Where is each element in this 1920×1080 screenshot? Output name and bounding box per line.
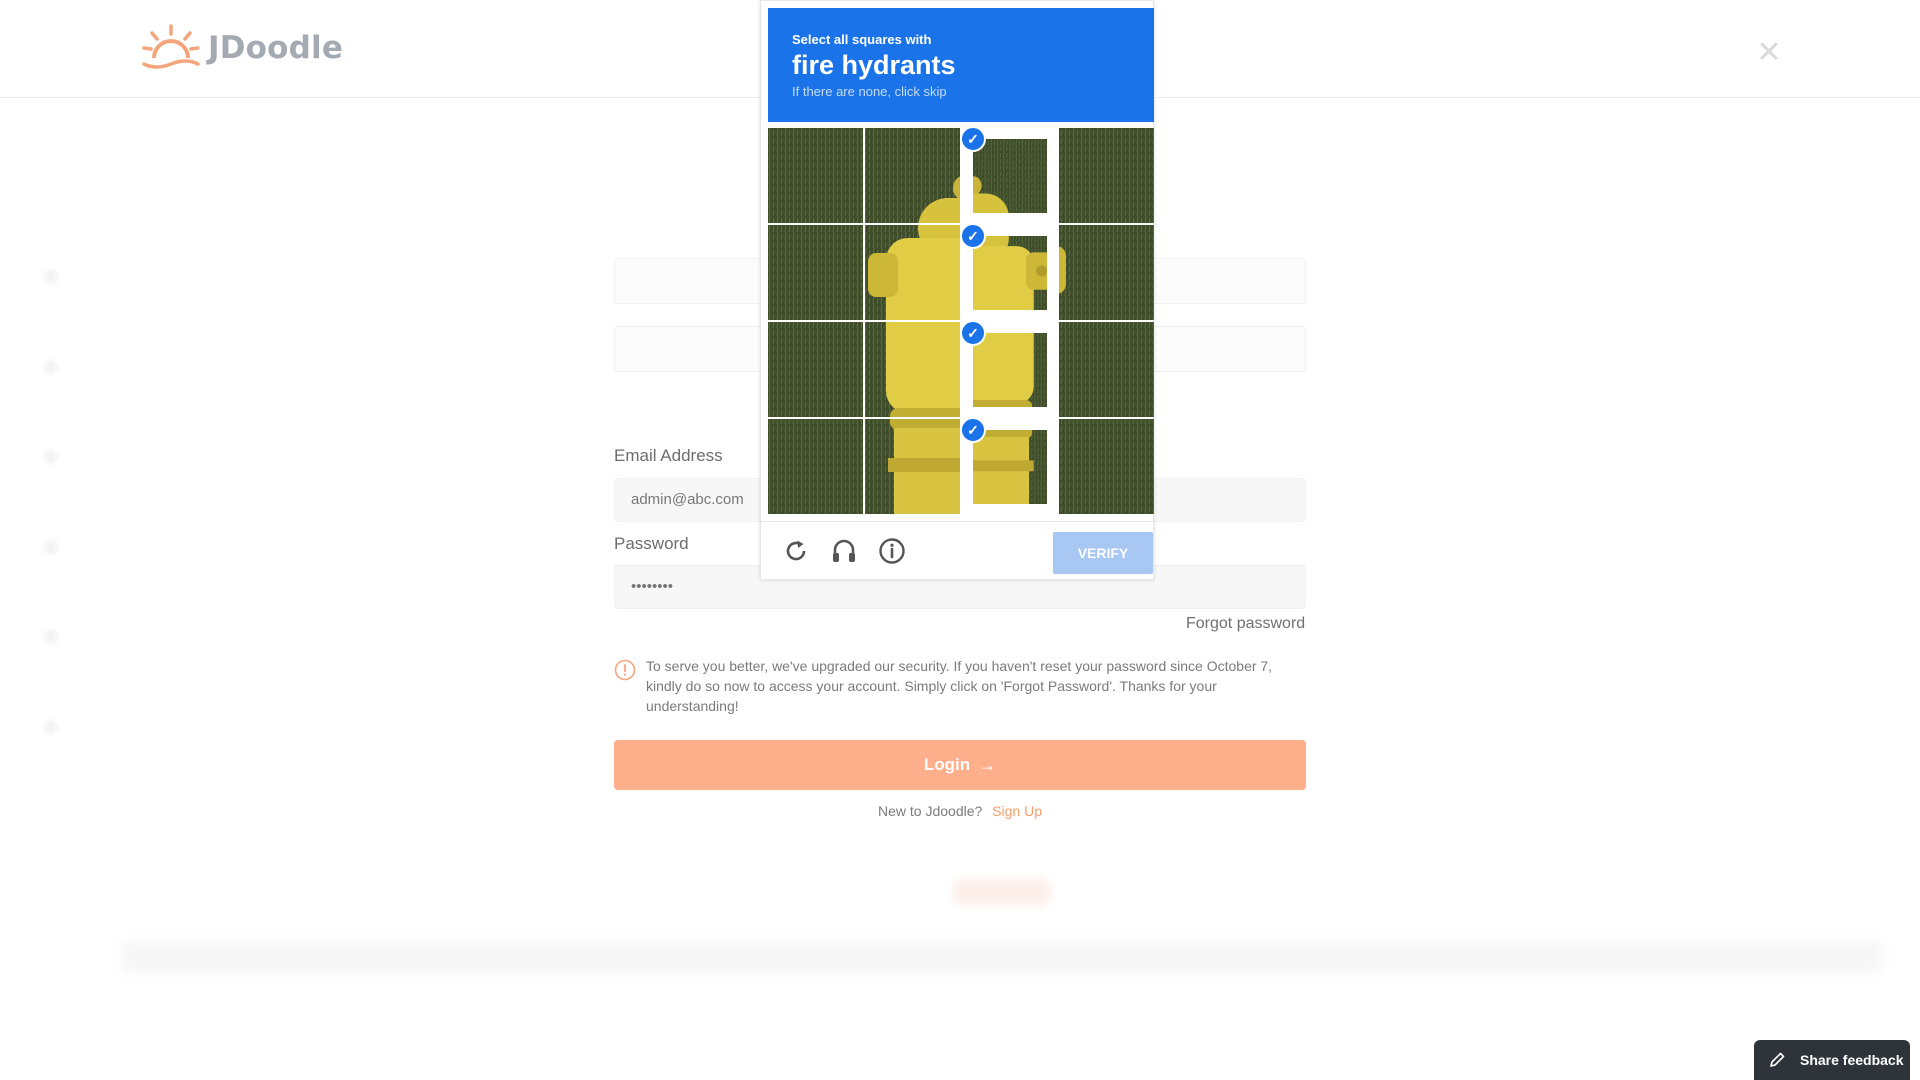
captcha-tile[interactable] bbox=[768, 322, 863, 417]
close-icon[interactable]: ✕ bbox=[1752, 36, 1786, 70]
captcha-tile-selected[interactable]: ✓ bbox=[962, 225, 1057, 320]
brand-name: JDoodle bbox=[208, 30, 344, 66]
audio-icon[interactable] bbox=[829, 536, 859, 566]
pencil-icon bbox=[1770, 1052, 1785, 1067]
captcha-target: fire hydrants bbox=[792, 50, 956, 80]
captcha-grid: ✓ ✓ ✓ ✓ bbox=[768, 128, 1154, 514]
captcha-footer: VERIFY bbox=[761, 521, 1155, 581]
verify-button[interactable]: VERIFY bbox=[1053, 532, 1153, 574]
background-dot bbox=[44, 450, 58, 464]
background-dot bbox=[44, 270, 58, 284]
page: JDoodle ✕ Email Address admin@abc.com Pa… bbox=[0, 0, 1920, 1080]
captcha-tile-image bbox=[962, 419, 1057, 505]
password-label: Password bbox=[614, 534, 689, 553]
captcha-tile[interactable] bbox=[865, 322, 960, 417]
captcha-tile[interactable] bbox=[865, 128, 960, 223]
background-dot bbox=[44, 540, 58, 554]
background-pill bbox=[952, 878, 1052, 906]
sun-logo-icon bbox=[142, 24, 200, 69]
arrow-right-icon: → bbox=[978, 754, 997, 775]
captcha-tile-selected[interactable]: ✓ bbox=[962, 322, 1057, 417]
captcha-tile-image bbox=[962, 225, 1057, 320]
background-dot bbox=[44, 630, 58, 644]
login-button[interactable]: Login → bbox=[614, 740, 1306, 790]
background-bar bbox=[122, 942, 1882, 972]
captcha-tile[interactable] bbox=[1059, 322, 1154, 417]
captcha-instruction: Select all squares with bbox=[792, 32, 932, 47]
signup-prompt: New to Jdoodle? bbox=[878, 803, 983, 819]
captcha-tile[interactable] bbox=[1059, 419, 1154, 514]
captcha-tile-image bbox=[962, 322, 1057, 417]
share-feedback-button[interactable]: Share feedback bbox=[1754, 1040, 1910, 1080]
captcha-tile-selected[interactable]: ✓ bbox=[962, 128, 1057, 223]
logo[interactable]: JDoodle bbox=[142, 24, 343, 72]
captcha-tile[interactable] bbox=[865, 419, 960, 514]
forgot-password-link[interactable]: Forgot password bbox=[1186, 615, 1305, 633]
captcha-tile[interactable] bbox=[1059, 225, 1154, 320]
captcha-tile[interactable] bbox=[768, 128, 863, 223]
security-notice: To serve you better, we've upgraded our … bbox=[614, 656, 1314, 716]
background-dot bbox=[44, 360, 58, 374]
signup-row: New to Jdoodle? Sign Up bbox=[614, 803, 1306, 819]
info-icon[interactable] bbox=[877, 536, 907, 566]
captcha-tile[interactable] bbox=[768, 419, 863, 514]
background-dot bbox=[44, 720, 58, 734]
captcha-tile-image bbox=[962, 139, 1057, 223]
captcha-tile[interactable] bbox=[1059, 128, 1154, 223]
email-label: Email Address bbox=[614, 446, 723, 465]
captcha-hint: If there are none, click skip bbox=[792, 84, 947, 99]
captcha-tile[interactable] bbox=[865, 225, 960, 320]
signup-link[interactable]: Sign Up bbox=[992, 803, 1042, 819]
captcha-tile-selected[interactable]: ✓ bbox=[962, 419, 1057, 514]
captcha-challenge: Select all squares with fire hydrants If… bbox=[760, 0, 1155, 581]
captcha-header: Select all squares with fire hydrants If… bbox=[768, 8, 1154, 122]
alert-icon bbox=[614, 659, 636, 681]
captcha-tile[interactable] bbox=[768, 225, 863, 320]
login-label: Login bbox=[923, 755, 971, 774]
notice-text: To serve you better, we've upgraded our … bbox=[646, 658, 1273, 714]
refresh-icon[interactable] bbox=[781, 536, 811, 566]
share-feedback-label: Share feedback bbox=[1800, 1052, 1904, 1068]
